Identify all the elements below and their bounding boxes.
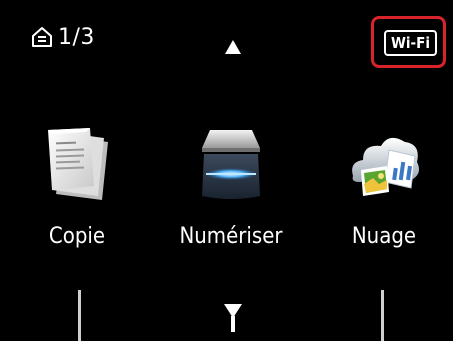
divider: [78, 290, 81, 341]
menu-item-copy[interactable]: Copie: [2, 120, 152, 260]
triangle-down-icon[interactable]: [222, 302, 244, 332]
printer-home-screen: 1/3 Wi-Fi Copie Numériser Nuage: [0, 0, 453, 341]
scanner-icon: [192, 126, 270, 204]
copy-documents-icon: [38, 126, 116, 204]
divider: [381, 290, 384, 341]
triangle-up-icon[interactable]: [224, 39, 242, 55]
menu-item-scan[interactable]: Numériser: [156, 120, 306, 260]
wifi-button[interactable]: Wi-Fi: [384, 30, 437, 56]
menu-item-label: Nuage: [351, 224, 417, 249]
page-indicator: 1/3: [58, 25, 95, 50]
home-icon[interactable]: [31, 26, 53, 48]
menu-item-cloud[interactable]: Nuage: [309, 120, 453, 260]
menu-item-label: Numériser: [179, 224, 283, 249]
menu-item-label: Copie: [48, 224, 106, 249]
cloud-icon: [345, 126, 423, 204]
